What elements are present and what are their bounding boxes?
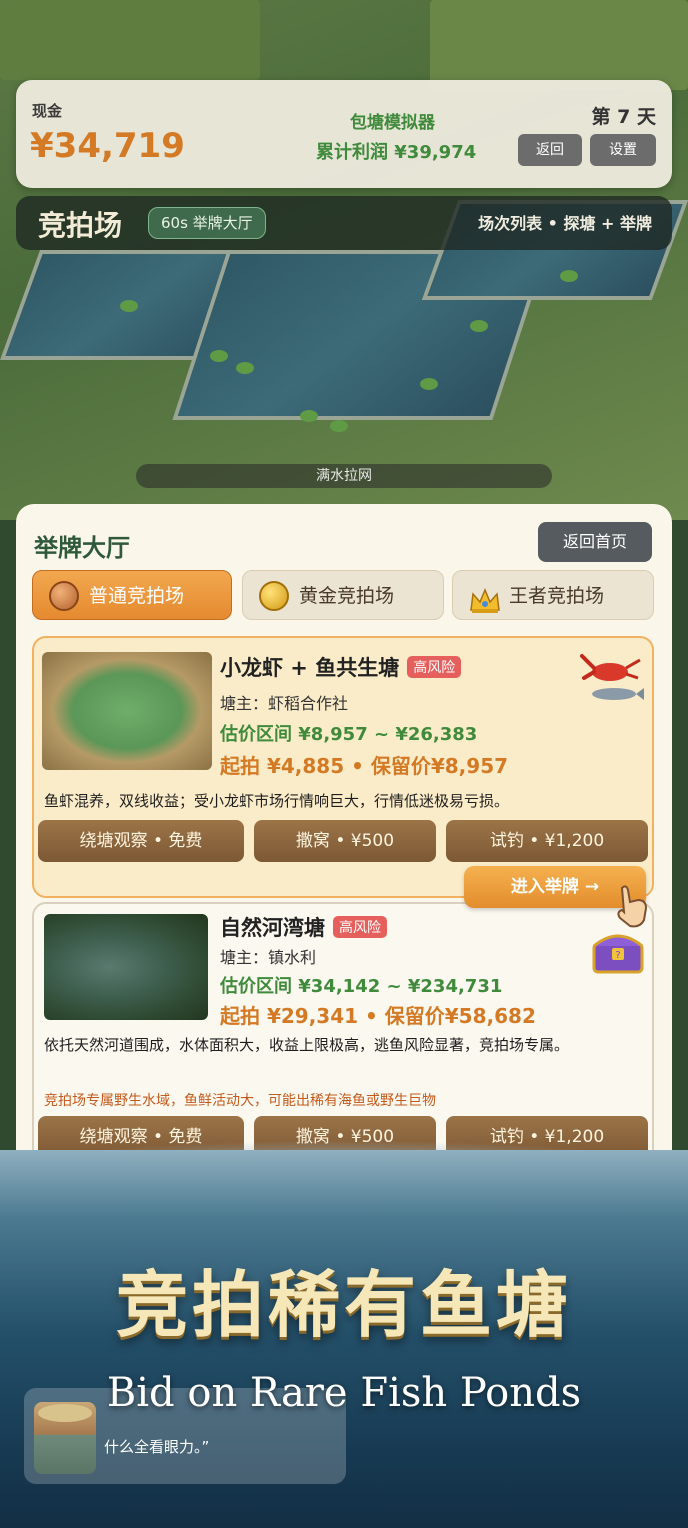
- auction-bar: 竞拍场 60s 举牌大厅 场次列表 • 探塘 + 举牌: [16, 196, 672, 250]
- promo-title-cn: 竞拍稀有鱼塘: [115, 1262, 572, 1347]
- bronze-coin-icon: [49, 581, 79, 611]
- pond-owner: 塘主：虾稻合作社: [220, 694, 349, 713]
- panel-title: 举牌大厅: [34, 534, 130, 562]
- total-profit: 累计利润 ¥39,974: [316, 142, 477, 163]
- promo-title-en: Bid on Rare Fish Ponds: [106, 1370, 582, 1416]
- settings-button[interactable]: 设置: [590, 134, 656, 166]
- back-button[interactable]: 返回: [518, 134, 582, 166]
- cash-value: ¥34,719: [30, 126, 185, 166]
- gold-coin-icon: [259, 581, 289, 611]
- starting-bid: 起拍 ¥29,341 • 保留价¥58,682: [220, 1004, 536, 1028]
- pond-name-text: 自然河湾塘: [220, 916, 325, 940]
- tab-label: 黄金竞拍场: [299, 585, 395, 607]
- return-home-button[interactable]: 返回首页: [538, 522, 652, 562]
- tab-label: 普通竞拍场: [89, 585, 185, 607]
- auction-nav-hint: 场次列表 • 探塘 + 举牌: [478, 214, 652, 233]
- svg-text:?: ?: [615, 950, 620, 961]
- dialog-text: 什么全看眼力。”: [104, 1438, 210, 1456]
- day-counter: 第 7 天: [591, 106, 656, 128]
- trial-fishing-button[interactable]: 试钓 • ¥1,200: [446, 820, 648, 862]
- risk-badge: 高风险: [333, 916, 387, 938]
- pointing-hand-icon: [612, 884, 652, 936]
- app-title: 包塘模拟器: [350, 113, 435, 133]
- pond-name-text: 小龙虾 + 鱼共生塘: [220, 656, 400, 680]
- status-card: 现金 ¥34,719 包塘模拟器 累计利润 ¥39,974 第 7 天 返回 设…: [16, 80, 672, 188]
- pond-description: 依托天然河道围成，水体面积大，收益上限极高，逃鱼风险显著，竞拍场专属。: [44, 1036, 570, 1054]
- tab-king-auction[interactable]: 王者竞拍场: [452, 570, 654, 620]
- tab-label: 王者竞拍场: [509, 585, 605, 607]
- tab-normal-auction[interactable]: 普通竞拍场: [32, 570, 232, 620]
- pond-name: 自然河湾塘 高风险: [220, 912, 387, 942]
- farm-scene: 满水拉网: [0, 0, 688, 520]
- bidding-hall-panel: 举牌大厅 返回首页 普通竞拍场 黄金竞拍场 王者竞拍场 小龙虾 + 鱼共生塘 高风…: [16, 504, 672, 1204]
- cash-label: 现金: [32, 102, 63, 120]
- pond-special-note: 竞拍场专属野生水域，鱼鲜活动大，可能出稀有海鱼或野生巨物: [44, 1093, 436, 1109]
- pond-description: 鱼虾混养，双线收益；受小龙虾市场行情响巨大，行情低迷极易亏损。: [44, 792, 510, 810]
- crown-icon: [469, 583, 500, 613]
- observe-button[interactable]: 绕塘观察 • 免费: [38, 820, 244, 862]
- bait-button[interactable]: 撒窝 • ¥500: [254, 820, 436, 862]
- pond-name: 小龙虾 + 鱼共生塘 高风险: [220, 652, 462, 682]
- estimate-range: 估价区间 ¥8,957 ~ ¥26,383: [220, 724, 478, 745]
- crayfish-icon: [580, 648, 644, 719]
- pond-thumbnail: [44, 914, 208, 1020]
- estimate-range: 估价区间 ¥34,142 ~ ¥234,731: [220, 976, 503, 997]
- pond-card[interactable]: 小龙虾 + 鱼共生塘 高风险 塘主：虾稻合作社 估价区间 ¥8,957 ~ ¥26…: [32, 636, 654, 898]
- pond-thumbnail: [42, 652, 212, 770]
- starting-bid: 起拍 ¥4,885 • 保留价¥8,957: [220, 754, 509, 778]
- pond-owner: 塘主：镇水利: [220, 948, 317, 967]
- drain-net-label[interactable]: 满水拉网: [136, 464, 552, 488]
- bidding-hall-badge: 60s 举牌大厅: [148, 207, 266, 239]
- risk-badge: 高风险: [407, 656, 462, 678]
- auction-title: 竞拍场: [38, 209, 123, 242]
- tab-gold-auction[interactable]: 黄金竞拍场: [242, 570, 444, 620]
